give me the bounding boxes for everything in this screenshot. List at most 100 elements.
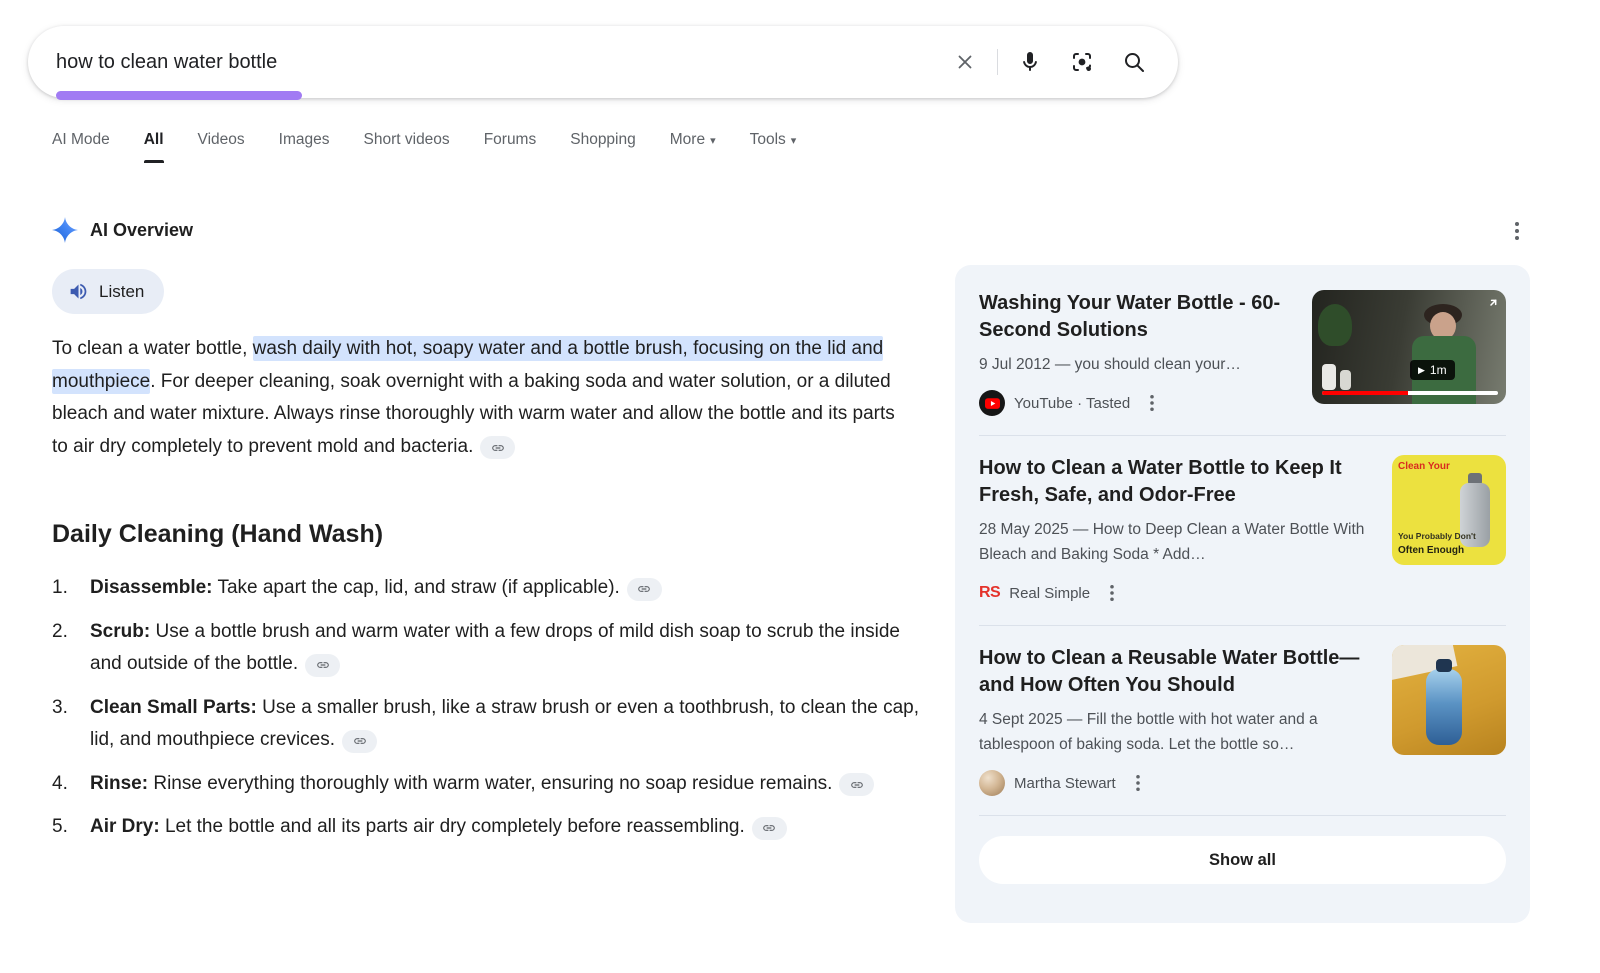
list-item: 1. Disassemble: Take apart the cap, lid,… — [52, 572, 924, 605]
tab-all[interactable]: All — [144, 131, 164, 163]
source-attribution: Martha Stewart — [979, 770, 1376, 796]
youtube-icon — [985, 398, 1000, 409]
camera-lens-icon — [1070, 50, 1094, 74]
source-title-link[interactable]: How to Clean a Reusable Water Bottle—and… — [979, 645, 1376, 698]
video-duration-badge: ▶1m — [1410, 360, 1455, 380]
tab-short-videos[interactable]: Short videos — [364, 131, 450, 163]
lens-search-button[interactable] — [1056, 38, 1108, 86]
step-number: 1. — [52, 572, 90, 605]
citation-link-chip[interactable] — [752, 817, 787, 840]
source-card: How to Clean a Water Bottle to Keep It F… — [979, 455, 1506, 606]
ai-overview-header: AI Overview — [52, 217, 193, 243]
source-name: Martha Stewart — [1014, 775, 1116, 792]
loading-progress-bar — [56, 91, 302, 100]
listen-label: Listen — [99, 282, 144, 302]
tab-shopping[interactable]: Shopping — [570, 131, 636, 163]
list-item: 3. Clean Small Parts: Use a smaller brus… — [52, 692, 924, 757]
step-description: Use a bottle brush and warm water with a… — [90, 621, 900, 675]
source-card-text: How to Clean a Reusable Water Bottle—and… — [979, 645, 1376, 796]
more-options-icon — [1150, 395, 1154, 411]
tab-label: All — [144, 131, 164, 149]
more-options-icon — [1515, 222, 1519, 240]
voice-search-button[interactable] — [1004, 38, 1056, 86]
video-thumbnail[interactable]: ▶1m — [1312, 290, 1506, 404]
close-icon — [954, 51, 976, 73]
result-tabs: AI Mode All Videos Images Short videos F… — [52, 131, 796, 163]
summary-text: . For deeper cleaning, soak overnight wi… — [52, 371, 895, 457]
citation-link-chip[interactable] — [839, 773, 874, 796]
real-simple-logo: RS — [979, 584, 1000, 602]
youtube-avatar — [979, 390, 1005, 416]
clear-search-button[interactable] — [939, 38, 991, 86]
listen-button[interactable]: Listen — [52, 269, 164, 314]
martha-stewart-avatar — [979, 770, 1005, 796]
more-options-icon — [1110, 585, 1114, 601]
ai-overview-options-button[interactable] — [1502, 216, 1532, 246]
tab-label: Images — [279, 131, 330, 149]
tab-label: Tools — [750, 131, 786, 149]
microphone-icon — [1018, 50, 1042, 74]
step-text: Scrub: Use a bottle brush and warm water… — [90, 616, 924, 681]
source-title-link[interactable]: Washing Your Water Bottle - 60-Second So… — [979, 290, 1296, 343]
article-thumbnail[interactable]: Clean Your You Probably Don't Often Enou… — [1392, 455, 1506, 565]
source-card-text: Washing Your Water Bottle - 60-Second So… — [979, 290, 1296, 416]
tab-label: Videos — [198, 131, 245, 149]
step-description: Take apart the cap, lid, and straw (if a… — [213, 577, 620, 598]
source-card: How to Clean a Reusable Water Bottle—and… — [979, 645, 1506, 796]
play-icon: ▶ — [1418, 366, 1425, 375]
vertical-divider — [997, 49, 998, 75]
source-options-button[interactable] — [1125, 770, 1151, 796]
tab-label: AI Mode — [52, 131, 110, 149]
tab-videos[interactable]: Videos — [198, 131, 245, 163]
ai-sparkle-icon — [52, 217, 78, 243]
list-item: 5. Air Dry: Let the bottle and all its p… — [52, 811, 924, 844]
show-all-button[interactable]: Show all — [979, 836, 1506, 884]
source-attribution: YouTube · Tasted — [979, 390, 1296, 416]
source-title-link[interactable]: How to Clean a Water Bottle to Keep It F… — [979, 455, 1376, 508]
thumbnail-decoration — [1436, 659, 1452, 672]
source-snippet: 4 Sept 2025 — Fill the bottle with hot w… — [979, 707, 1376, 757]
citation-link-chip[interactable] — [627, 578, 662, 601]
search-bar-actions — [939, 38, 1160, 86]
step-label: Disassemble: — [90, 577, 213, 598]
tab-label: Short videos — [364, 131, 450, 149]
section-heading: Daily Cleaning (Hand Wash) — [52, 520, 383, 549]
chevron-down-icon: ▾ — [791, 134, 797, 147]
thumbnail-text: Often Enough — [1398, 545, 1464, 556]
link-icon — [637, 582, 651, 596]
card-divider — [979, 625, 1506, 626]
search-input[interactable]: how to clean water bottle — [56, 51, 939, 74]
search-bar: how to clean water bottle — [28, 26, 1178, 98]
tab-label: Forums — [484, 131, 537, 149]
article-thumbnail[interactable] — [1392, 645, 1506, 755]
source-name: YouTube · Tasted — [1014, 395, 1130, 412]
step-label: Clean Small Parts: — [90, 697, 257, 718]
step-label: Rinse: — [90, 773, 148, 794]
link-icon — [762, 821, 776, 835]
thumbnail-decoration — [1322, 364, 1336, 390]
step-number: 3. — [52, 692, 90, 757]
tab-tools[interactable]: Tools ▾ — [750, 131, 797, 163]
thumbnail-decoration — [1340, 370, 1351, 390]
speaker-icon — [68, 281, 89, 302]
search-submit-button[interactable] — [1108, 38, 1160, 86]
tab-more[interactable]: More▾ — [670, 131, 716, 163]
thumbnail-decoration — [1426, 669, 1462, 745]
tab-ai-mode[interactable]: AI Mode — [52, 131, 110, 163]
citation-link-chip[interactable] — [305, 654, 340, 677]
citation-link-chip[interactable] — [480, 436, 515, 459]
source-options-button[interactable] — [1099, 580, 1125, 606]
step-number: 5. — [52, 811, 90, 844]
citation-link-chip[interactable] — [342, 730, 377, 753]
tab-label: More — [670, 131, 705, 149]
step-label: Scrub: — [90, 621, 150, 642]
link-icon — [850, 778, 864, 792]
link-icon — [353, 734, 367, 748]
source-name: Real Simple — [1009, 585, 1090, 602]
tab-forums[interactable]: Forums — [484, 131, 537, 163]
source-attribution: RS Real Simple — [979, 580, 1376, 606]
card-divider — [979, 815, 1506, 816]
tab-images[interactable]: Images — [279, 131, 330, 163]
step-number: 4. — [52, 768, 90, 801]
source-options-button[interactable] — [1139, 390, 1165, 416]
